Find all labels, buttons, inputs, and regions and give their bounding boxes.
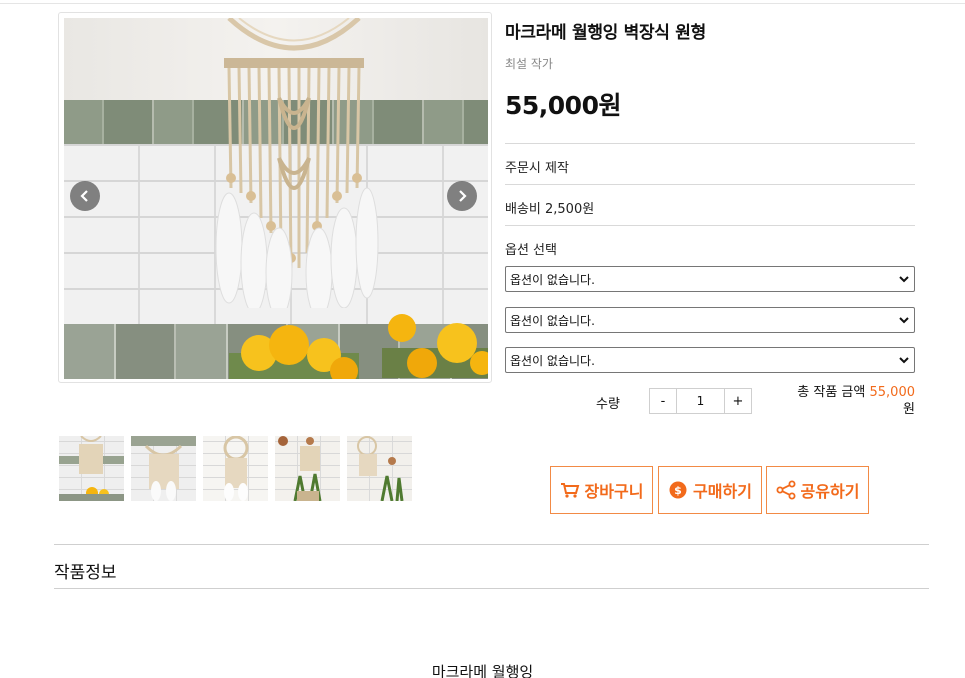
divider bbox=[54, 588, 929, 589]
share-button[interactable]: 공유하기 bbox=[766, 466, 869, 514]
chevron-down-icon bbox=[899, 317, 909, 324]
total-label: 총 작품 금액 bbox=[797, 385, 866, 400]
quantity-stepper: - 1 + bbox=[649, 388, 752, 414]
cart-label: 장바구니 bbox=[584, 482, 644, 501]
product-price: 55,000원 bbox=[505, 91, 621, 120]
divider bbox=[505, 143, 915, 144]
artist-name[interactable]: 최설 작가 bbox=[505, 55, 553, 72]
coin-icon: $ bbox=[669, 481, 687, 499]
option-select-value: 옵션이 없습니다. bbox=[510, 353, 595, 368]
flowers-side-illustration bbox=[382, 314, 488, 378]
thumbnail-4[interactable] bbox=[275, 436, 340, 501]
made-to-order-info: 주문시 제작 bbox=[505, 161, 569, 176]
macrame-illustration bbox=[215, 18, 379, 308]
description-heading: 마크라메 월행잉 bbox=[431, 663, 534, 678]
buy-now-button[interactable]: $ 구매하기 bbox=[658, 466, 762, 514]
chevron-left-icon bbox=[80, 190, 88, 202]
thumbnail-2[interactable] bbox=[131, 436, 196, 501]
chevron-down-icon bbox=[899, 276, 909, 283]
top-divider bbox=[0, 3, 965, 4]
cart-icon bbox=[560, 483, 579, 498]
total-unit: 원 bbox=[903, 402, 915, 417]
share-icon bbox=[776, 480, 796, 500]
next-image-button[interactable] bbox=[447, 181, 477, 211]
prev-image-button[interactable] bbox=[70, 181, 100, 211]
add-to-cart-button[interactable]: 장바구니 bbox=[550, 466, 653, 514]
shipping-info: 배송비 2,500원 bbox=[505, 202, 595, 217]
flowers-illustration bbox=[229, 325, 359, 379]
svg-text:$: $ bbox=[674, 484, 682, 497]
main-product-image bbox=[58, 12, 492, 383]
chevron-down-icon bbox=[899, 357, 909, 364]
buy-label: 구매하기 bbox=[693, 482, 752, 501]
quantity-label: 수량 bbox=[596, 397, 620, 412]
option-label: 옵션 선택 bbox=[505, 243, 557, 258]
option-select-1[interactable]: 옵션이 없습니다. bbox=[505, 266, 915, 292]
quantity-increase-button[interactable]: + bbox=[725, 389, 751, 413]
quantity-decrease-button[interactable]: - bbox=[650, 389, 676, 413]
divider bbox=[54, 544, 929, 545]
total-price: 총 작품 금액 55,000 원 bbox=[770, 384, 915, 418]
option-select-value: 옵션이 없습니다. bbox=[510, 272, 595, 287]
option-select-value: 옵션이 없습니다. bbox=[510, 313, 595, 328]
option-select-2[interactable]: 옵션이 없습니다. bbox=[505, 307, 915, 333]
quantity-value[interactable]: 1 bbox=[676, 389, 725, 413]
total-amount: 55,000 bbox=[869, 385, 916, 400]
product-title: 마크라메 월행잉 벽장식 원형 bbox=[505, 23, 706, 43]
option-select-3[interactable]: 옵션이 없습니다. bbox=[505, 347, 915, 373]
thumbnail-5[interactable] bbox=[347, 436, 412, 501]
chevron-right-icon bbox=[459, 190, 467, 202]
thumbnail-1[interactable] bbox=[59, 436, 124, 501]
thumbnail-3[interactable] bbox=[203, 436, 268, 501]
thumbnail-strip bbox=[59, 436, 412, 501]
product-info-tab[interactable]: 작품정보 bbox=[54, 558, 117, 583]
divider bbox=[505, 225, 915, 226]
divider bbox=[505, 184, 915, 185]
share-label: 공유하기 bbox=[800, 482, 860, 501]
